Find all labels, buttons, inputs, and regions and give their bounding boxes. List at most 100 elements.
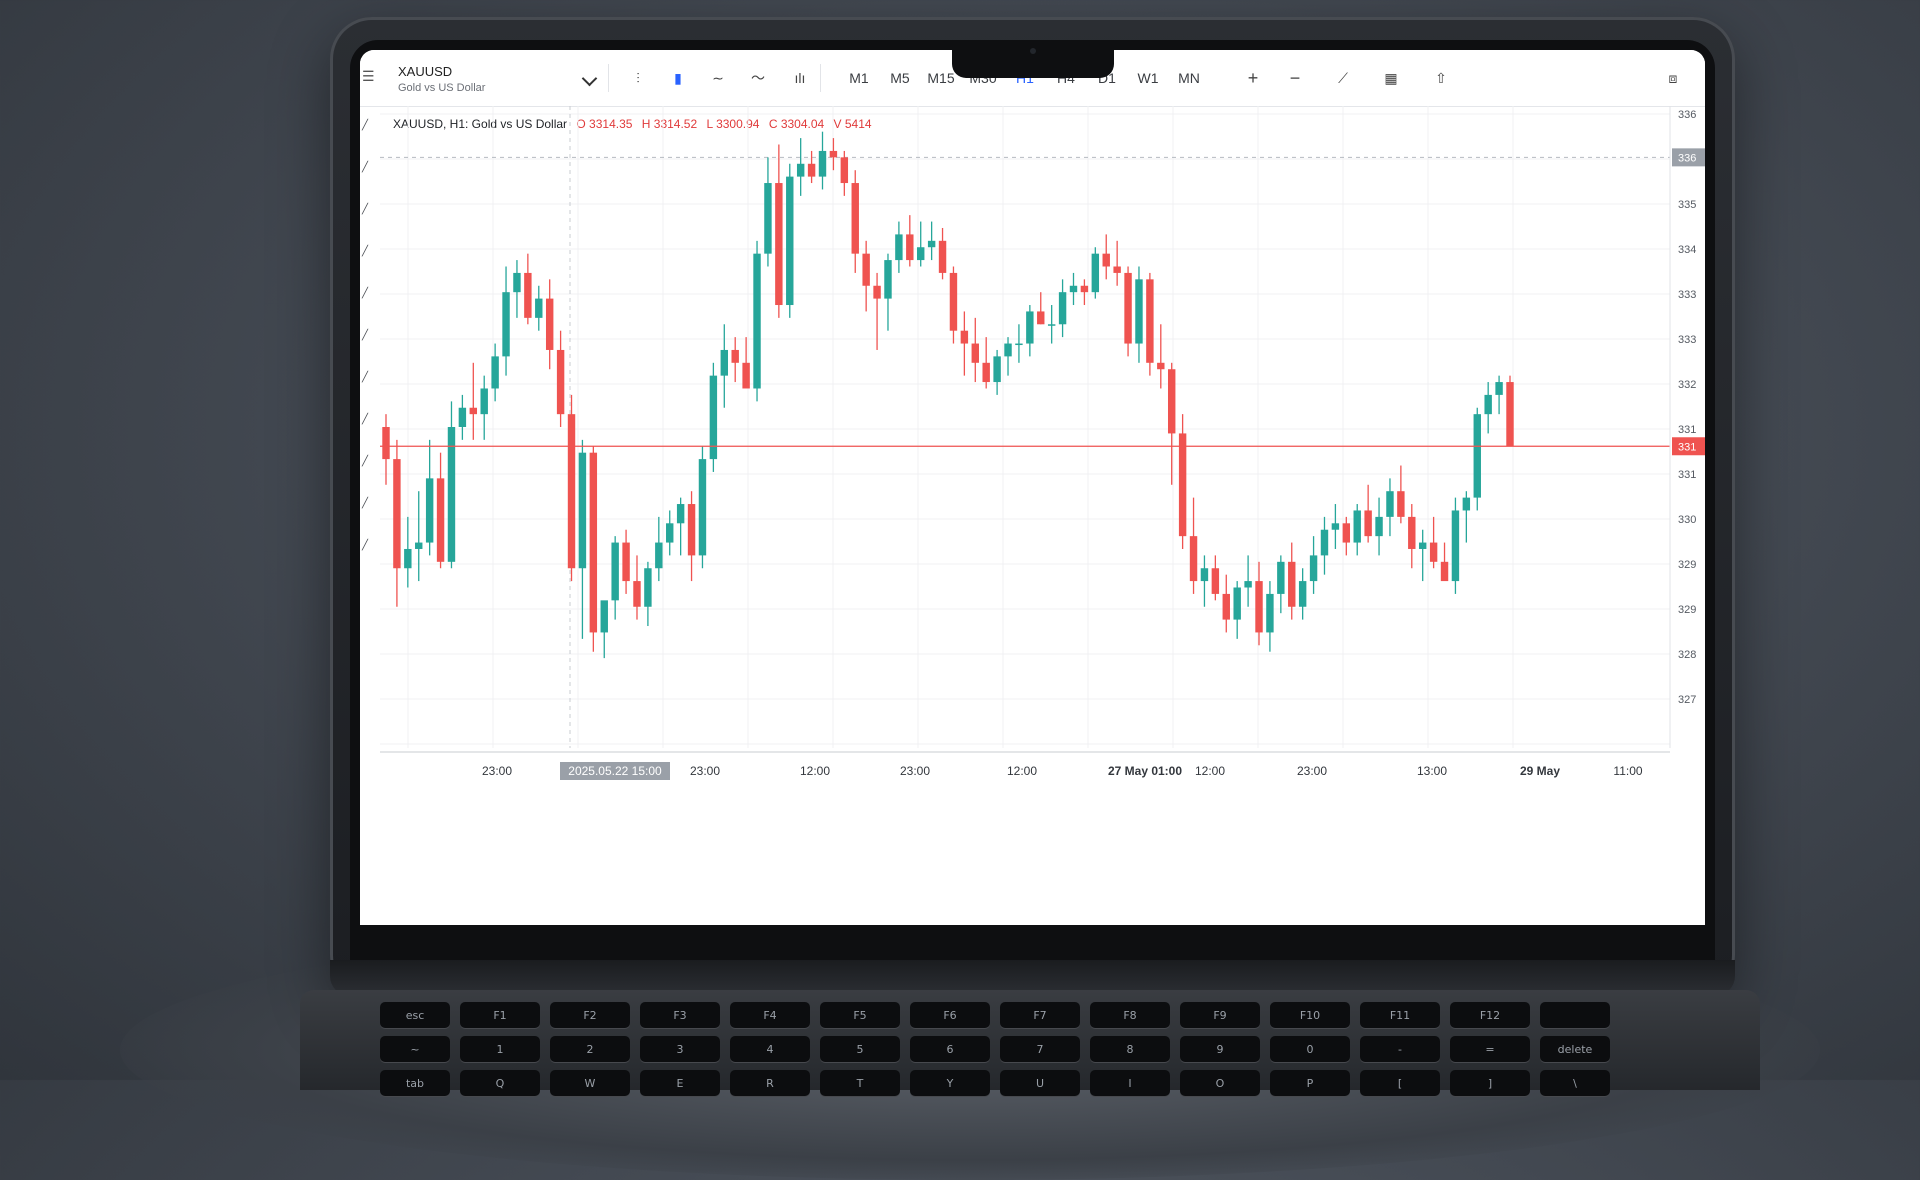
candle [938,227,947,280]
keyboard-key: F11 [1360,1002,1440,1028]
symbol-description: Gold vs US Dollar [398,82,486,94]
app-window: ☰ XAUUSD Gold vs US Dollar ⫶ ▮ ∼ 〜 ılı + − ⟋ ▦ ⇧ ⧈… [360,50,1705,925]
candle [895,221,903,273]
candle-body [1102,253,1110,267]
crosshair-time-label: 2025.05.22 15:00 [568,764,662,778]
candle-body [425,478,434,543]
keyboard-key: = [1450,1036,1530,1062]
candle-body [535,298,543,318]
candle [1091,247,1100,299]
crosshair-price-badge: 336 [1672,148,1705,167]
candle-body [1309,555,1318,582]
candle-body [873,285,881,299]
price-tick-label: 334 [1678,244,1696,256]
candle-body [1277,561,1285,594]
keyboard-key: esc [380,1002,450,1028]
candle [589,446,598,652]
candle-body [404,548,412,569]
calendar-icon[interactable]: ▦ [1378,67,1404,89]
candle-body [818,150,827,177]
candle [698,446,707,569]
candle-body [1015,343,1023,346]
candle-body [1473,414,1481,498]
candle [436,452,445,569]
candle-body [1167,369,1176,434]
candle-body [513,272,521,293]
candle-body [1080,285,1089,293]
price-tick-label: 333 [1678,334,1696,346]
candle-body [567,414,576,569]
keyboard-key: F6 [910,1002,990,1028]
candle [982,337,990,389]
zoom-out-icon[interactable]: − [1282,67,1308,89]
symbol-selector[interactable]: XAUUSD Gold vs US Dollar [390,62,598,98]
area-line-icon[interactable]: 〜 [745,67,771,89]
candle [742,337,750,389]
candle-body [1047,324,1056,326]
line-icon[interactable]: ∼ [705,67,731,89]
timeframe-w1[interactable]: W1 [1131,67,1165,89]
share-icon[interactable]: ⇧ [1428,67,1454,89]
candle [1200,555,1209,607]
candle [1353,504,1361,556]
bars-icon[interactable]: ⫶ [625,67,651,89]
candle-body [807,163,816,177]
trade-icon[interactable]: ⟋ [1330,67,1356,89]
candle-body [884,260,892,299]
keyboard-key: F9 [1180,1002,1260,1028]
zoom-in-icon[interactable]: + [1240,67,1266,89]
candle-body [1375,516,1383,537]
keyboard-key: 1 [460,1036,540,1062]
candle [1080,279,1089,306]
candle-body [1506,382,1514,447]
candle [829,138,838,171]
candle-body [687,504,696,556]
price-chart[interactable]: 336 336 335 334 333 333 332 331 331 330 329 329 328 3… [360,106,1705,786]
current-price-badge: 331 [1672,437,1705,456]
price-tick-label: 331 [1678,469,1696,481]
keyboard-key: Q [460,1070,540,1096]
candle [796,138,805,196]
candle [971,317,979,383]
candle-body [436,478,445,562]
candle-body [1429,542,1438,562]
timeframe-mn[interactable]: MN [1172,67,1206,89]
candle [786,163,794,318]
indicators-icon[interactable]: ılı [787,67,813,89]
keyboard-key: F2 [550,1002,630,1028]
candle [1440,542,1449,582]
price-tick-label: 331 [1678,424,1696,436]
candle-body [1146,279,1154,363]
timeframe-m1[interactable]: M1 [842,67,876,89]
candle [415,491,423,582]
candle [1069,272,1078,306]
candle-body [469,407,478,415]
keyboard-key: P [1270,1070,1350,1096]
candle-body [1135,279,1143,344]
candle-body [1037,311,1045,325]
current-price-label: 331 [1678,441,1696,453]
candle [622,529,630,594]
candle-body [415,542,423,549]
candles-icon[interactable]: ▮ [665,67,691,89]
price-tick-label: 335 [1678,199,1696,211]
candle [687,491,696,582]
symbol-name: XAUUSD [398,64,453,79]
candle [1026,305,1034,357]
candle [873,272,881,350]
candle [764,157,772,267]
menu-icon[interactable]: ☰ [362,68,376,84]
keyboard-key: 6 [910,1036,990,1062]
price-tick-label: 328 [1678,649,1696,661]
timeframe-m5[interactable]: M5 [883,67,917,89]
candle [1484,382,1492,434]
candle [1157,324,1165,389]
candle-body [480,388,488,415]
candles [382,131,1514,659]
candle-body [698,459,707,556]
keyboard-key: F4 [730,1002,810,1028]
candle [545,279,554,370]
screenshot-icon[interactable]: ⧈ [1660,67,1686,89]
candle-body [851,183,859,254]
candle-body [753,253,761,389]
